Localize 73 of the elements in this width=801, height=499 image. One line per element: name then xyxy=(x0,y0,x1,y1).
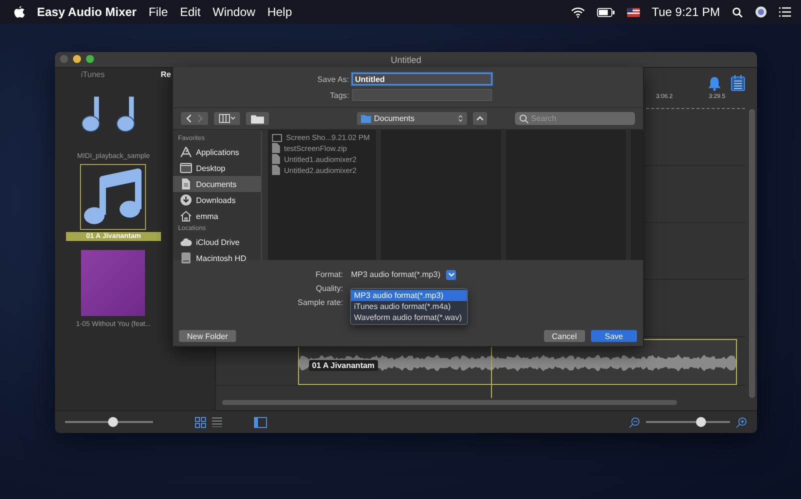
quality-label: Quality: xyxy=(314,284,343,293)
menu-item[interactable]: Edit xyxy=(180,5,201,19)
bell-icon[interactable] xyxy=(708,76,721,90)
battery-icon[interactable] xyxy=(596,8,615,16)
tags-field[interactable] xyxy=(352,89,492,101)
tags-label: Tags: xyxy=(328,90,349,100)
format-option[interactable]: iTunes audio format(*.m4a) xyxy=(351,301,467,312)
format-popup[interactable]: MP3 audio format(*.mp3) xyxy=(348,270,456,280)
monitor-icon xyxy=(180,162,192,174)
calendar-icon[interactable] xyxy=(731,75,745,91)
new-folder-button[interactable]: New Folder xyxy=(179,330,236,342)
grid-view-icon[interactable] xyxy=(195,416,206,428)
app-name-menu[interactable]: Easy Audio Mixer xyxy=(37,5,137,19)
wifi-icon[interactable] xyxy=(570,6,585,18)
download-icon xyxy=(180,194,192,206)
new-folder-icon-button[interactable] xyxy=(246,112,269,125)
format-label: Format: xyxy=(314,270,343,279)
screenshot-icon xyxy=(272,134,282,142)
expand-button[interactable] xyxy=(473,112,487,125)
folder-icon xyxy=(361,114,371,122)
save-as-field[interactable]: Untitled xyxy=(352,73,492,85)
menu-item[interactable]: File xyxy=(148,5,168,19)
sidebar-toggle-icon[interactable] xyxy=(254,416,267,428)
house-icon xyxy=(180,210,192,222)
back-icon[interactable] xyxy=(186,114,192,123)
menu-item[interactable]: Window xyxy=(212,5,256,19)
sidebar-item[interactable]: Macintosh HD xyxy=(173,250,261,266)
flag-icon[interactable] xyxy=(626,8,640,16)
save-as-label: Save As: xyxy=(316,74,349,84)
save-button[interactable]: Save xyxy=(590,330,637,342)
minimize-button[interactable] xyxy=(73,55,81,63)
folder-icon xyxy=(251,114,264,124)
zoom-out-icon[interactable] xyxy=(629,416,640,428)
columns-icon xyxy=(219,114,235,123)
format-option[interactable]: MP3 audio format(*.mp3) xyxy=(351,290,467,301)
sidebar-item[interactable]: Applications xyxy=(173,144,261,160)
scroll-bar[interactable] xyxy=(261,130,268,260)
sidebar-item[interactable]: iCloud Drive xyxy=(173,234,261,250)
music-note-icon xyxy=(82,168,144,226)
sidebar-item[interactable]: Documents xyxy=(173,176,261,192)
up-down-arrows-icon xyxy=(458,114,463,123)
zoom-button[interactable] xyxy=(86,55,94,63)
sample-rate-label: Sample rate: xyxy=(296,298,343,307)
applications-icon xyxy=(180,146,192,158)
clip-title: 01 A Jivanantam xyxy=(309,360,378,371)
list-icon[interactable] xyxy=(779,7,791,17)
album-cover-placeholder xyxy=(81,250,146,316)
sidebar-item[interactable]: Desktop xyxy=(173,160,261,176)
menu-item[interactable]: Help xyxy=(267,5,292,19)
cloud-icon xyxy=(180,236,192,248)
library-tab[interactable]: Re xyxy=(160,70,171,79)
view-mode-button[interactable] xyxy=(214,112,240,125)
navigation-control[interactable] xyxy=(181,112,208,125)
search-icon[interactable] xyxy=(732,6,743,18)
chevron-down-icon xyxy=(448,272,455,277)
sidebar-item[interactable]: emma xyxy=(173,208,261,224)
location-popup[interactable]: Documents xyxy=(357,112,467,125)
scroll-bar[interactable] xyxy=(749,109,755,398)
zoom-in-icon[interactable] xyxy=(736,416,747,428)
sidebar-item[interactable]: Downloads xyxy=(173,192,261,208)
apple-icon[interactable] xyxy=(14,6,25,18)
search-icon xyxy=(519,114,529,124)
track-thumbnail[interactable] xyxy=(80,164,146,230)
library-tab[interactable]: iTunes xyxy=(81,70,105,79)
chevron-up-icon xyxy=(476,116,484,121)
cancel-button[interactable]: Cancel xyxy=(544,330,585,342)
document-icon xyxy=(180,178,192,190)
menu-clock[interactable]: Tue 9:21 PM xyxy=(652,5,720,19)
window-title: Untitled xyxy=(390,54,422,64)
track-thumbnail[interactable] xyxy=(80,250,146,316)
scroll-bar[interactable] xyxy=(222,400,677,405)
format-option[interactable]: Waveform audio format(*.wav) xyxy=(351,312,467,323)
list-view-icon[interactable] xyxy=(212,417,222,427)
